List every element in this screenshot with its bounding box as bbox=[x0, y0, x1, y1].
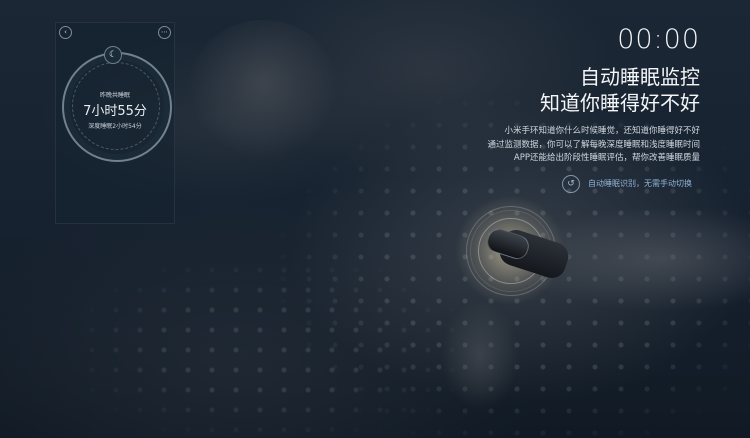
sleep-monitor-banner: ‹ ⋯ ☾ 昨晚共睡眠 7小时55分 深度睡眠2小时54分 00:00 自动睡眠… bbox=[0, 0, 750, 438]
sleep-total-value: 7小时55分 bbox=[83, 104, 147, 119]
sleep-total-label: 昨晚共睡眠 bbox=[99, 92, 130, 99]
auto-detect-feature: ↺ 自动睡眠识别，无需手动切换 bbox=[562, 175, 702, 193]
headline-line-2: 知道你睡得好不好 bbox=[540, 91, 700, 115]
moon-icon: ☾ bbox=[104, 46, 122, 64]
deep-sleep-value: 深度睡眠2小时54分 bbox=[88, 123, 142, 130]
auto-detect-text: 自动睡眠识别，无需手动切换 bbox=[588, 179, 692, 188]
clock-display: 00:00 bbox=[617, 24, 700, 55]
more-icon[interactable]: ⋯ bbox=[158, 26, 171, 39]
description-line: 通过监测数据，你可以了解每晚深度睡眠和浅度睡眠时间 bbox=[487, 139, 700, 150]
headline-line-1: 自动睡眠监控 bbox=[580, 65, 700, 89]
description: 小米手环知道你什么时候睡觉，还知道你睡得好不好 通过监测数据，你可以了解每晚深度… bbox=[470, 125, 700, 166]
hand bbox=[440, 300, 520, 410]
hand-gesture-icon: ↺ bbox=[562, 175, 580, 193]
description-line: 小米手环知道你什么时候睡觉，还知道你睡得好不好 bbox=[504, 126, 700, 136]
back-arrow-icon[interactable]: ‹ bbox=[59, 26, 72, 39]
description-line: APP还能给出阶段性睡眠评估，帮你改善睡眠质量 bbox=[513, 153, 700, 163]
